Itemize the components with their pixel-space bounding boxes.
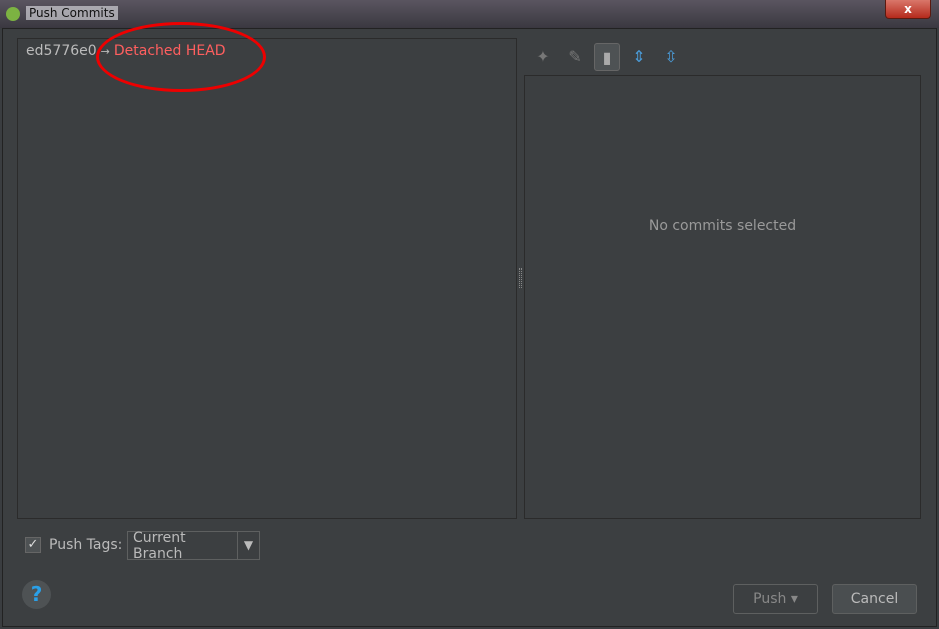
push-tags-checkbox[interactable]: ✓ (25, 537, 41, 553)
select-value: Current Branch (133, 529, 186, 562)
expand-all-icon[interactable]: ⇕ (626, 43, 652, 71)
empty-message: No commits selected (648, 218, 797, 234)
close-button[interactable]: x (885, 0, 931, 19)
push-tags-select[interactable]: Current Branch ▼ (127, 529, 260, 562)
show-details-icon[interactable]: ▮ (594, 43, 620, 71)
cherry-pick-icon[interactable]: ✦ (530, 43, 556, 71)
splitter-handle[interactable] (519, 268, 522, 288)
push-tags-label: Push Tags: (49, 537, 123, 553)
window-title: Push Commits (26, 6, 118, 20)
edit-source-icon[interactable]: ✎ (562, 43, 588, 71)
push-button[interactable]: Push ▾ (733, 584, 818, 614)
title-bar: Push Commits x (0, 0, 939, 28)
chevron-down-icon[interactable]: ▼ (237, 532, 259, 559)
details-panel: No commits selected (524, 75, 921, 519)
help-button[interactable]: ? (22, 580, 51, 609)
android-studio-icon (6, 7, 20, 21)
commit-hash: ed5776e0 (26, 43, 97, 59)
commits-tree[interactable] (17, 38, 517, 519)
annotation-ellipse (96, 22, 266, 92)
cancel-button[interactable]: Cancel (832, 584, 917, 614)
details-toolbar: ✦ ✎ ▮ ⇕ ⇳ (530, 42, 684, 72)
collapse-all-icon[interactable]: ⇳ (658, 43, 684, 71)
